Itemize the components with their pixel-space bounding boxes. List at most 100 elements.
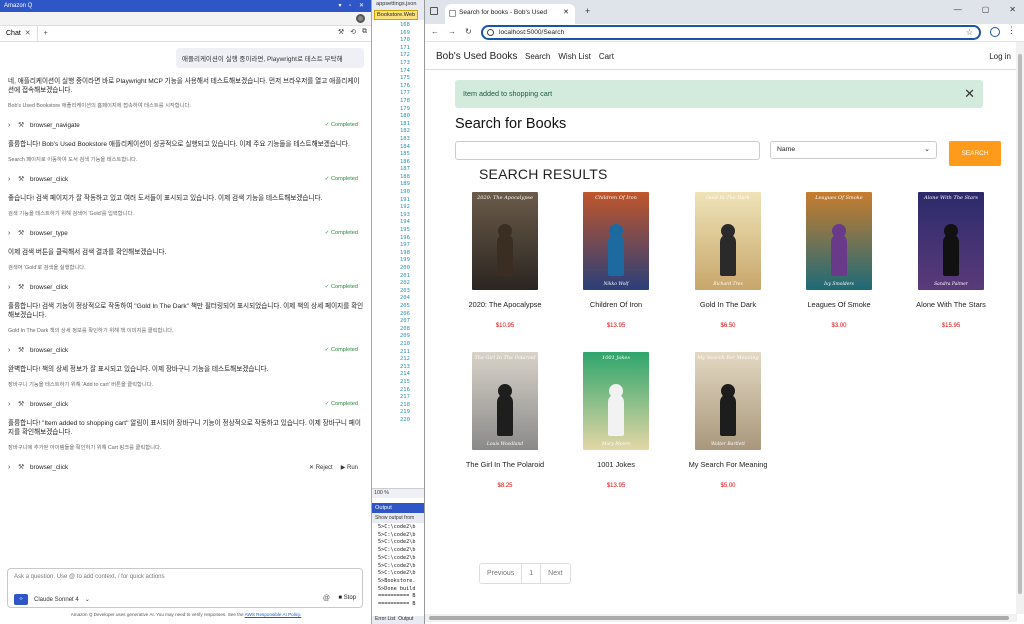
nav-link-search[interactable]: Search [525,52,550,61]
at-context-icon[interactable]: @ [323,595,330,602]
book-card[interactable]: 2020: The Apocalypse 2020: The Apocalypse… [455,192,555,329]
pager-next[interactable]: Next [541,564,569,583]
forward-icon[interactable]: → [448,27,456,36]
book-title[interactable]: My Search For Meaning [678,460,778,469]
tool-call-row[interactable]: › ⚒ browser_click ✓ Completed [8,281,364,293]
line-number: 180 [400,113,410,120]
book-card[interactable]: Alone With The Stars Sandra Palmer Alone W… [901,192,1001,329]
bottom-tab[interactable]: Error List [375,616,395,624]
minimize-icon[interactable]: — [954,5,962,14]
book-title[interactable]: Alone With The Stars [901,300,1001,309]
chevron-down-icon: ⌄ [924,146,930,153]
chevron-right-icon[interactable]: › [8,122,18,129]
book-title[interactable]: Gold In The Dark [678,300,778,309]
book-title[interactable]: 2020: The Apocalypse [455,300,555,309]
cover-author: Nikko Wolf [603,282,629,287]
profile-icon[interactable] [990,27,1000,37]
history-icon[interactable]: ⟲ [350,28,356,36]
url-bar[interactable]: localhost:5000/Search ☆ [481,25,981,40]
book-title[interactable]: 1001 Jokes [566,460,666,469]
site-brand[interactable]: Bob's Used Books [436,51,517,62]
chevron-right-icon[interactable]: › [8,464,18,471]
reject-button[interactable]: ✕ Reject [309,464,333,471]
horizontal-scrollbar[interactable] [425,614,1017,622]
q-window-controls[interactable]: ▾ ▫ ✕ [339,0,368,12]
book-cover[interactable]: 2020: The Apocalypse [472,192,538,290]
book-title[interactable]: Children Of Iron [566,300,666,309]
stop-button[interactable]: ■ Stop [338,595,356,601]
sort-select[interactable]: Name ⌄ [770,141,937,159]
book-card[interactable]: Gold In The Dark Richard Tres Gold In The … [678,192,778,329]
scrollbar-thumb[interactable] [1018,54,1022,594]
window-controls: — ▢ ✕ [954,5,1016,14]
book-card[interactable]: My Search For Meaning Walter Bartlett My S… [678,352,778,489]
more-menu-icon[interactable]: ⋮ [1007,25,1016,36]
tab-actions-icon[interactable] [430,7,438,15]
tab-appsettings[interactable]: appsettings.json [376,1,416,7]
close-icon[interactable]: ✕ [25,26,31,42]
tool-call-row[interactable]: › ⚒ browser_type ✓ Completed [8,227,364,239]
book-cover[interactable]: 1001 Jokes Mary Moore [583,352,649,450]
browser-tab[interactable]: Search for books - Bob's Used ✕ [445,4,575,24]
book-cover[interactable]: Leagues Of Smoke Ivy Smolders [806,192,872,290]
close-tab-icon[interactable]: ✕ [563,4,569,22]
book-cover[interactable]: My Search For Meaning Walter Bartlett [695,352,761,450]
bottom-tab[interactable]: Output [398,616,413,624]
tool-call-row[interactable]: › ⚒ browser_click ✕ Reject ▶ Run [8,461,364,473]
new-tab-icon[interactable]: + [585,6,590,16]
open-in-editor-icon[interactable]: ⧉ [362,28,367,36]
tools-icon[interactable]: ⚒ [338,28,344,36]
book-card[interactable]: Children Of Iron Nikko Wolf Children Of Ir… [566,192,666,329]
tab-chat[interactable]: Chat ✕ [0,25,38,42]
chevron-right-icon[interactable]: › [8,176,18,183]
run-button[interactable]: ▶ Run [341,464,358,471]
tool-call-row[interactable]: › ⚒ browser_navigate ✓ Completed [8,119,364,131]
chat-input-box[interactable]: Ask a question. Use @ to add context, / … [7,568,363,608]
tool-call-row[interactable]: › ⚒ browser_click ✓ Completed [8,173,364,185]
book-card[interactable]: 1001 Jokes Mary Moore 1001 Jokes $13.95 [566,352,666,489]
line-number: 187 [400,166,410,173]
tool-call-row[interactable]: › ⚒ browser_click ✓ Completed [8,344,364,356]
bookmark-star-icon[interactable]: ☆ [966,27,973,38]
gear-icon[interactable] [356,14,365,23]
editor-area[interactable] [372,22,424,488]
chevron-right-icon[interactable]: › [8,347,18,354]
nav-link-cart[interactable]: Cart [599,52,614,61]
login-link[interactable]: Log in [989,52,1011,61]
cover-title: 2020: The Apocalypse [477,195,533,201]
maximize-icon[interactable]: ▢ [982,5,990,14]
tool-call-row[interactable]: › ⚒ browser_click ✓ Completed [8,398,364,410]
book-cover[interactable]: Gold In The Dark Richard Tres [695,192,761,290]
book-cover[interactable]: The Girl In The Polaroid Louis Woodland [472,352,538,450]
assistant-message: 이제 검색 버튼을 클릭해서 검색 결과를 확인해보겠습니다. [8,249,167,256]
refresh-icon[interactable]: ↻ [465,27,472,36]
chevron-right-icon[interactable]: › [8,230,18,237]
new-tab-button[interactable]: + [38,30,54,37]
pager-1[interactable]: 1 [522,564,542,583]
chevron-right-icon[interactable]: › [8,284,18,291]
chevron-right-icon[interactable]: › [8,401,18,408]
vertical-scrollbar[interactable] [1016,42,1024,614]
model-selector[interactable]: ‹› Claude Sonnet 4 ⌄ [14,594,90,605]
tool-status-label: Completed [330,230,358,236]
zoom-level[interactable]: 100 % [372,488,424,498]
responsible-ai-policy-link[interactable]: AWS Responsible AI Policy. [245,612,302,617]
back-icon[interactable]: ← [431,27,439,36]
book-title[interactable]: Leagues Of Smoke [789,300,889,309]
book-card[interactable]: The Girl In The Polaroid Louis Woodland Th… [455,352,555,489]
book-cover[interactable]: Children Of Iron Nikko Wolf [583,192,649,290]
search-button[interactable]: SEARCH [949,141,1001,166]
tool-icon: ⚒ [18,176,25,183]
site-info-icon[interactable] [487,29,494,36]
nav-link-wish-list[interactable]: Wish List [558,52,590,61]
pager-previous[interactable]: Previous [480,564,523,583]
tab-bookstore-web[interactable]: Bookstore.Web [374,10,419,20]
alert-close-icon[interactable]: ✕ [964,80,975,108]
book-card[interactable]: Leagues Of Smoke Ivy Smolders Leagues Of S… [789,192,889,329]
cover-figure [720,234,736,276]
book-title[interactable]: The Girl In The Polaroid [455,460,555,469]
book-cover[interactable]: Alone With The Stars Sandra Palmer [918,192,984,290]
close-window-icon[interactable]: ✕ [1009,5,1016,14]
search-input[interactable] [455,141,760,160]
scrollbar-thumb[interactable] [429,616,1009,620]
